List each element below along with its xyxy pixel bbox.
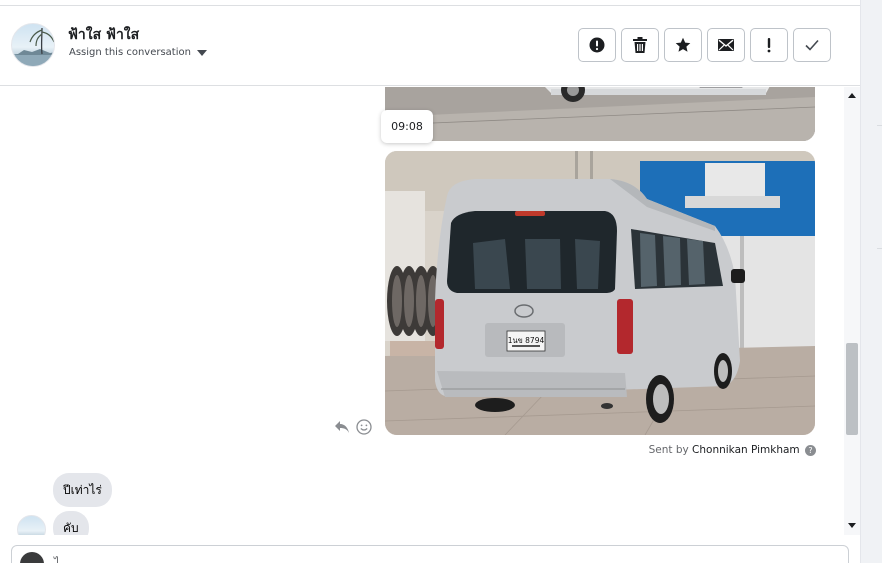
delete-button[interactable] xyxy=(621,28,659,62)
agent-avatar xyxy=(20,552,44,563)
star-icon xyxy=(675,37,691,52)
reply-icon[interactable] xyxy=(334,420,350,434)
message-photo[interactable] xyxy=(385,87,815,141)
sender-name[interactable]: Chonnikan Pimkham xyxy=(692,444,800,456)
contact-avatar[interactable] xyxy=(11,23,55,67)
chevron-down-icon xyxy=(196,49,207,56)
gutter-divider xyxy=(877,125,882,126)
right-panel-edge xyxy=(860,0,882,563)
incoming-message[interactable]: คับ xyxy=(53,511,89,535)
thread-scrollbar[interactable] xyxy=(844,87,860,535)
alert-circle-icon xyxy=(589,37,605,53)
contact-avatar-small xyxy=(17,515,46,535)
checkmark-icon xyxy=(805,39,819,51)
message-photo[interactable]: 1นข 8794 xyxy=(385,151,815,435)
trash-icon xyxy=(633,37,647,53)
emoji-icon[interactable] xyxy=(356,419,372,435)
scroll-up-icon[interactable] xyxy=(848,93,856,98)
scroll-thumb[interactable] xyxy=(846,343,858,435)
composer-input[interactable]: ไ... xyxy=(54,554,71,563)
header-actions xyxy=(578,28,831,62)
incoming-message[interactable]: ปีเท่าไร่ xyxy=(53,473,112,507)
assign-conversation-dropdown[interactable]: Assign this conversation xyxy=(69,47,207,58)
gutter-divider xyxy=(877,248,882,249)
timestamp-tooltip: 09:08 xyxy=(381,110,433,143)
envelope-icon xyxy=(718,39,734,51)
conversation-header: ฟ้าใส ฟ้าใส Assign this conversation xyxy=(0,6,860,86)
mark-unread-button[interactable] xyxy=(707,28,745,62)
message-actions xyxy=(334,419,372,435)
assign-label: Assign this conversation xyxy=(69,47,191,58)
inbox-conversation-view: ฟ้าใส ฟ้าใส Assign this conversation 09:… xyxy=(0,0,882,563)
license-plate-text: 1นข 8794 xyxy=(508,336,545,345)
exclamation-icon xyxy=(767,38,771,53)
help-icon[interactable]: ? xyxy=(805,444,816,456)
contact-name: ฟ้าใส ฟ้าใส xyxy=(68,27,140,43)
mark-done-button[interactable] xyxy=(793,28,831,62)
message-composer[interactable]: ไ... xyxy=(11,545,849,563)
scroll-down-icon[interactable] xyxy=(848,523,856,528)
mark-spam-button[interactable] xyxy=(578,28,616,62)
star-button[interactable] xyxy=(664,28,702,62)
sent-by-label: Sent by Chonnikan Pimkham ? xyxy=(600,444,816,456)
follow-up-button[interactable] xyxy=(750,28,788,62)
message-thread: 09:08 1นข 8794 Sent by Chonnikan Pimkham… xyxy=(0,87,844,535)
sent-by-prefix: Sent by xyxy=(648,444,689,456)
